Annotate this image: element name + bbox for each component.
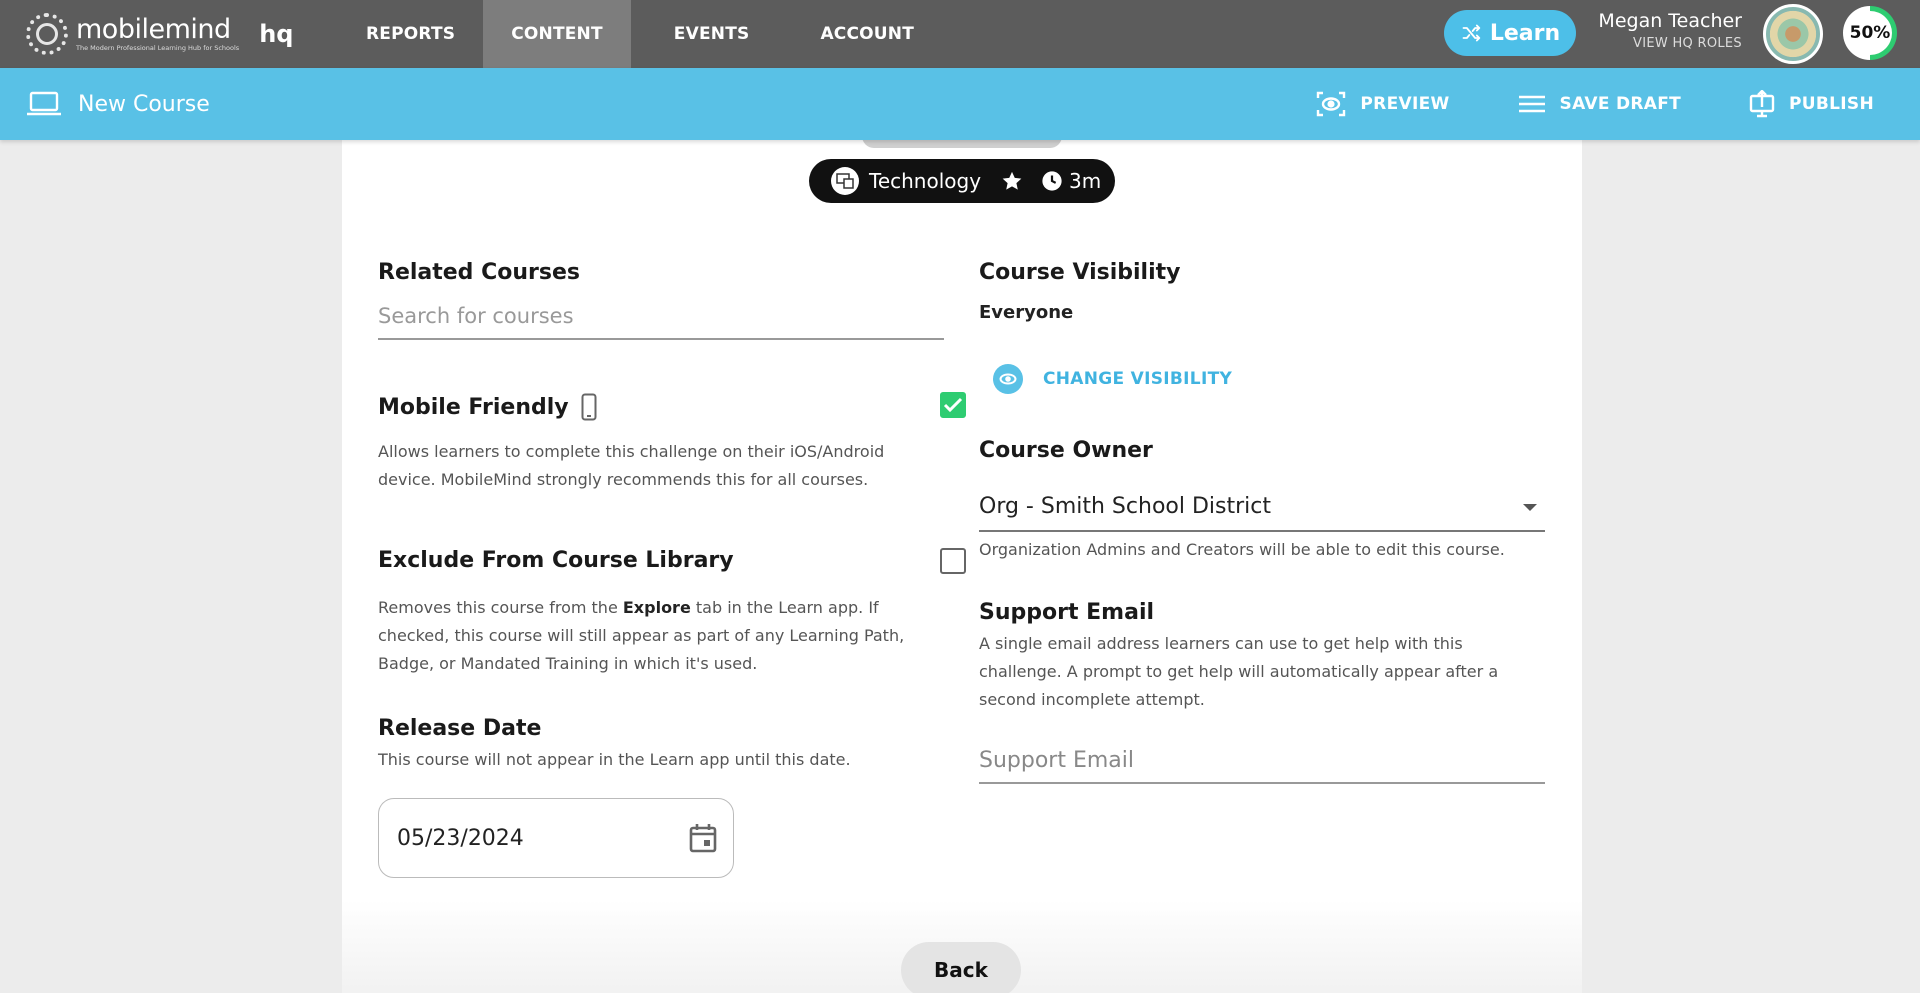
change-visibility-button[interactable]: CHANGE VISIBILITY <box>993 364 1232 394</box>
course-toolbar: New Course PREVIEW SAVE DRAFT PUBLISH <box>0 68 1920 140</box>
preview-label: PREVIEW <box>1360 94 1450 114</box>
clock-icon <box>1042 171 1062 191</box>
exclude-library-description: Removes this course from the Explore tab… <box>378 598 905 673</box>
release-date-description: This course will not appear in the Learn… <box>378 750 851 769</box>
laptop-icon <box>27 91 61 116</box>
release-date-value: 05/23/2024 <box>397 825 524 851</box>
tab-account[interactable]: ACCOUNT <box>792 0 942 68</box>
learn-button[interactable]: Learn <box>1444 10 1576 56</box>
tab-events[interactable]: EVENTS <box>646 0 778 68</box>
publish-label: PUBLISH <box>1789 94 1874 114</box>
menu-lines-icon <box>1518 95 1545 113</box>
tab-content[interactable]: CONTENT <box>483 0 631 68</box>
support-email-description: A single email address learners can use … <box>979 634 1499 709</box>
user-menu[interactable]: Megan Teacher VIEW HQ ROLES <box>1598 10 1742 51</box>
course-owner-heading: Course Owner <box>979 438 1153 463</box>
avatar[interactable] <box>1763 4 1823 64</box>
brand-tagline: The Modern Professional Learning Hub for… <box>76 43 240 52</box>
save-draft-button[interactable]: SAVE DRAFT <box>1518 94 1682 114</box>
exclude-library-checkbox[interactable] <box>940 548 966 574</box>
save-draft-label: SAVE DRAFT <box>1559 94 1682 114</box>
preview-button[interactable]: PREVIEW <box>1316 91 1449 117</box>
chevron-down-icon <box>1523 504 1537 511</box>
brand-name: mobilemind <box>76 13 231 45</box>
category-icon <box>831 167 859 195</box>
course-badge: Technology 3m <box>809 159 1115 203</box>
view-roles-link[interactable]: VIEW HQ ROLES <box>1598 36 1742 51</box>
user-name: Megan Teacher <box>1598 10 1742 32</box>
publish-monitor-icon <box>1749 90 1775 118</box>
phone-icon <box>581 393 597 421</box>
nav-tabs: REPORTS CONTENT EVENTS ACCOUNT <box>338 0 942 68</box>
checkmark-icon <box>943 397 963 413</box>
brand-suffix: hq <box>259 20 294 48</box>
course-owner-select[interactable]: Org - Smith School District <box>979 484 1545 532</box>
change-visibility-label: CHANGE VISIBILITY <box>1043 369 1233 389</box>
logo-mark-icon <box>26 13 68 55</box>
tab-reports[interactable]: REPORTS <box>338 0 483 68</box>
progress-ring[interactable]: 50% <box>1843 6 1897 60</box>
top-nav: mobilemind The Modern Professional Learn… <box>0 0 1920 68</box>
calendar-icon[interactable] <box>689 823 717 853</box>
related-courses-search[interactable]: Search for courses <box>378 296 944 340</box>
progress-percent: 50% <box>1848 11 1892 55</box>
mobile-friendly-checkbox[interactable] <box>940 392 966 418</box>
visibility-value: Everyone <box>979 302 1074 323</box>
mobile-friendly-description: Allows learners to complete this challen… <box>378 442 885 489</box>
support-email-input[interactable]: Support Email <box>979 740 1545 784</box>
back-button[interactable]: Back <box>901 942 1021 993</box>
logo[interactable]: mobilemind The Modern Professional Learn… <box>26 13 356 55</box>
course-owner-value: Org - Smith School District <box>979 494 1271 519</box>
category-label: Technology <box>869 169 982 193</box>
related-courses-heading: Related Courses <box>378 260 580 285</box>
course-owner-description: Organization Admins and Creators will be… <box>979 540 1505 559</box>
release-date-input[interactable]: 05/23/2024 <box>378 798 734 878</box>
learn-label: Learn <box>1489 20 1561 46</box>
shuffle-icon <box>1462 24 1481 42</box>
course-visibility-heading: Course Visibility <box>979 260 1181 285</box>
eye-icon <box>993 364 1023 394</box>
preview-eye-icon <box>1317 91 1346 117</box>
publish-button[interactable]: PUBLISH <box>1749 90 1874 118</box>
support-email-heading: Support Email <box>979 600 1155 625</box>
star-icon <box>1002 171 1022 190</box>
page-title: New Course <box>78 91 210 117</box>
duration-label: 3m <box>1069 169 1102 193</box>
exclude-library-heading: Exclude From Course Library <box>378 548 734 573</box>
course-settings-card: Technology 3m Related Courses Search for… <box>342 136 1582 993</box>
mobile-friendly-heading: Mobile Friendly <box>378 394 569 420</box>
release-date-heading: Release Date <box>378 716 542 741</box>
